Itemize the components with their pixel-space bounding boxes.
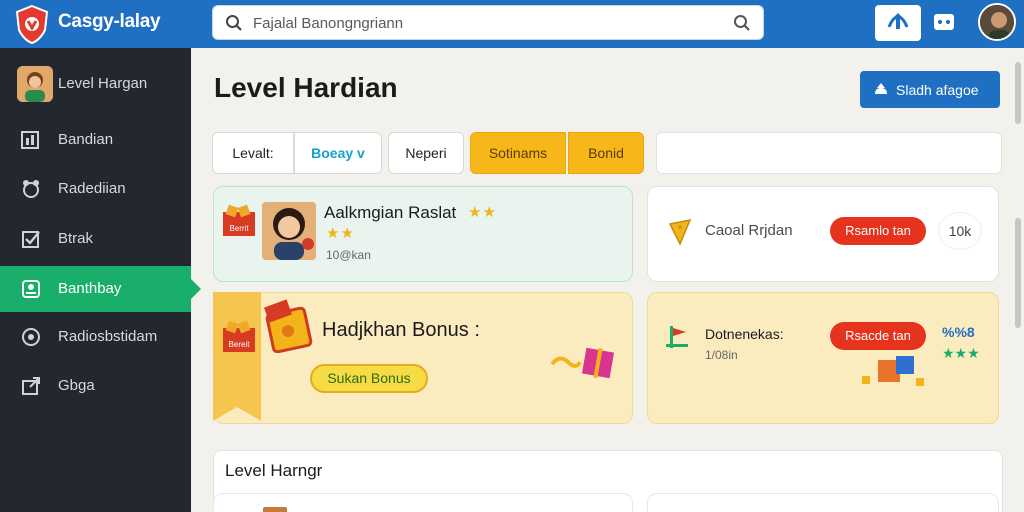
sidebar-item-level-hargan[interactable]: Level Hargan [0,61,191,107]
chat-icon [934,14,954,30]
checkbox-icon [22,231,40,248]
tab-bonid[interactable]: Bonid [568,132,644,174]
character-portrait [262,202,316,260]
section-card-right[interactable] [647,493,999,512]
gift-icon [23,180,39,198]
avatar [17,66,53,102]
sidebar-item-label: Radediian [58,180,126,197]
section-card-thumbnail [263,507,287,512]
tab-boeay[interactable]: Boeay v [294,132,382,174]
tab-sotinams[interactable]: Sotinams [470,132,566,174]
sidebar-item-label: Radiosbstidam [58,328,158,345]
user-card-icon [22,280,40,298]
sidebar-item-gbga[interactable]: Gbga [0,363,191,409]
sidebar-item-label: Btrak [58,230,94,247]
bonus-side-action-button[interactable]: Rsacde tan [830,322,926,350]
badge-label: Berrit [229,224,249,233]
user-avatar[interactable] [978,3,1016,41]
bonus-card-title: Hadjkhan Bonus : [322,319,480,341]
primary-action-button[interactable]: Sladh afagoe [860,71,1000,108]
upload-icon [875,83,887,94]
gift-boxes-icon [862,356,924,386]
sidebar-item-label: Gbga [58,377,95,394]
sidebar: Level Hargan Bandian Radediian Btrak Ban… [0,48,201,512]
scrollbar-thumb-secondary[interactable] [1015,218,1021,328]
rating-stars: ★★ [468,204,497,221]
daily-card-title: Aalkmgian Raslat [324,203,457,222]
bonus-side-subtitle: 1/08in [705,348,738,362]
chart-icon [21,131,39,149]
sidebar-item-label: Level Hargan [58,75,148,92]
search-input[interactable]: Fajalal Banongngriann [253,15,403,32]
casual-action-button[interactable]: Rsamlo tan [830,217,926,245]
chat-button[interactable] [930,10,958,36]
sidebar-item-banthbay[interactable]: Banthbay [0,266,201,312]
casual-count-badge: 10k [938,212,982,250]
scrollbar-thumb[interactable] [1015,62,1021,124]
casual-card-label: Caoal Rrjdan [705,222,793,239]
target-icon [22,328,40,346]
tab-neperi[interactable]: Neperi [388,132,464,174]
sidebar-item-label: Banthbay [58,280,122,297]
top-bar: Casgy-lalay Fajalal Banongngriann [0,0,1024,48]
cheese-icon [668,218,692,246]
bonus-side-stars: ★★★ [942,345,980,361]
sidebar-item-radiosbstidam[interactable]: Radiosbstidam [0,314,191,360]
shield-logo-icon[interactable] [14,4,50,44]
user-avatar-image [980,5,1014,39]
page-title: Level Hardian [214,72,398,103]
app-brand[interactable]: Casgy-lalay [58,11,161,33]
bonus-side-score: %%8 [942,324,975,340]
share-button[interactable] [875,5,921,41]
search-bar[interactable]: Fajalal Banongngriann [212,5,764,40]
share-icon [887,13,909,29]
tab-levalt[interactable]: Levalt: [212,132,294,174]
rating-stars-secondary: ★★ [326,225,355,242]
gift-icon [550,347,615,379]
primary-action-label: Sladh afagoe [896,82,979,98]
claim-bonus-button[interactable]: Sukan Bonus [310,364,428,393]
ribbon-badge-icon: Bereit [223,320,255,352]
sidebar-item-bandian[interactable]: Bandian [0,117,191,163]
ribbon-badge-icon: Berrit [223,204,255,236]
search-submit-icon[interactable] [733,14,751,32]
bonus-side-title: Dotnenekas: [705,326,784,342]
badge-label: Bereit [229,340,251,349]
search-icon [226,15,242,31]
section-title: Level Harngr [225,461,323,480]
flag-icon [666,326,688,348]
sidebar-item-label: Bandian [58,131,114,148]
sidebar-item-btrak[interactable]: Btrak [0,216,191,262]
daily-card-subtitle: 10@kan [326,248,371,262]
gift-box-icon [264,299,313,353]
bonus-ribbon [213,292,261,421]
tab-filter-area[interactable] [656,132,1002,174]
sidebar-item-radediian[interactable]: Radediian [0,166,191,212]
export-icon [22,377,40,395]
